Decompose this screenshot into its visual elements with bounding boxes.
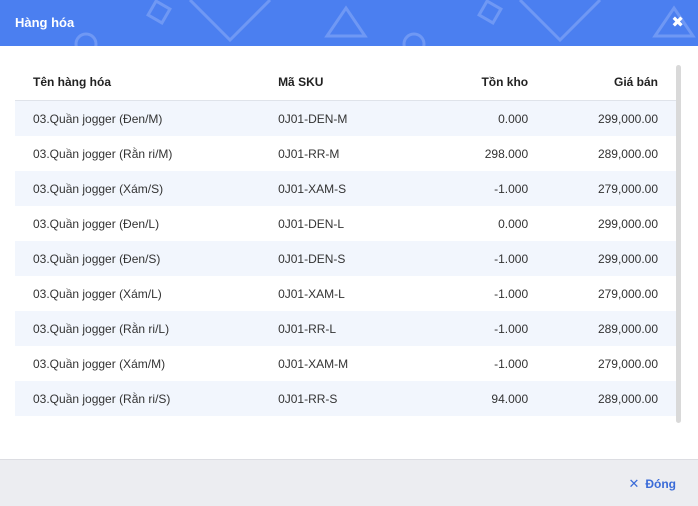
- products-table-container: Tên hàng hóa Mã SKU Tồn kho Giá bán 03.Q…: [15, 64, 676, 416]
- dialog-footer: ✕ Đóng: [0, 459, 698, 506]
- table-row[interactable]: 03.Quần jogger (Đen/M) 0J01-DEN-M 0.000 …: [15, 100, 676, 136]
- column-header-price[interactable]: Giá bán: [528, 64, 676, 101]
- cell-name: 03.Quần jogger (Rằn ri/M): [33, 146, 173, 161]
- cell-name: 03.Quần jogger (Đen/L): [33, 216, 160, 231]
- close-button-label: Đóng: [645, 477, 676, 491]
- cell-sku: 0J01-RR-M: [278, 146, 340, 161]
- cell-price: 289,000.00: [597, 146, 658, 161]
- table-row[interactable]: 03.Quần jogger (Xám/S) 0J01-XAM-S -1.000…: [15, 171, 676, 206]
- cell-sku: 0J01-DEN-S: [278, 251, 346, 266]
- cell-name: 03.Quần jogger (Xám/M): [33, 356, 166, 371]
- cell-name: 03.Quần jogger (Rằn ri/L): [33, 321, 170, 336]
- cell-price: 299,000.00: [597, 251, 658, 266]
- table-row[interactable]: 03.Quần jogger (Rằn ri/S) 0J01-RR-S 94.0…: [15, 381, 676, 416]
- cell-stock: 298.000: [484, 146, 529, 161]
- products-table: Tên hàng hóa Mã SKU Tồn kho Giá bán 03.Q…: [15, 64, 676, 416]
- cell-stock: -1.000: [494, 181, 529, 196]
- table-row[interactable]: 03.Quần jogger (Rằn ri/M) 0J01-RR-M 298.…: [15, 136, 676, 171]
- dialog-content: Tên hàng hóa Mã SKU Tồn kho Giá bán 03.Q…: [0, 46, 698, 459]
- cell-price: 279,000.00: [597, 356, 658, 371]
- cell-name: 03.Quần jogger (Đen/M): [33, 111, 163, 126]
- table-row[interactable]: 03.Quần jogger (Đen/L) 0J01-DEN-L 0.000 …: [15, 206, 676, 241]
- cell-stock: -1.000: [494, 321, 529, 336]
- cell-stock: 94.000: [491, 391, 529, 406]
- cell-name: 03.Quần jogger (Xám/L): [33, 286, 162, 301]
- cell-stock: -1.000: [494, 286, 529, 301]
- cell-name: 03.Quần jogger (Đen/S): [33, 251, 161, 266]
- cell-name: 03.Quần jogger (Xám/S): [33, 181, 164, 196]
- cell-sku: 0J01-DEN-M: [278, 111, 348, 126]
- table-header-row: Tên hàng hóa Mã SKU Tồn kho Giá bán: [15, 64, 676, 101]
- table-row[interactable]: 03.Quần jogger (Rằn ri/L) 0J01-RR-L -1.0…: [15, 311, 676, 346]
- cell-stock: -1.000: [494, 251, 529, 266]
- cell-sku: 0J01-XAM-S: [278, 181, 347, 196]
- column-header-name[interactable]: Tên hàng hóa: [15, 64, 279, 101]
- dialog-title: Hàng hóa: [15, 15, 75, 30]
- cell-sku: 0J01-XAM-M: [278, 356, 349, 371]
- cell-price: 289,000.00: [597, 391, 658, 406]
- cell-stock: -1.000: [494, 356, 529, 371]
- cell-sku: 0J01-DEN-L: [278, 216, 345, 231]
- column-header-sku[interactable]: Mã SKU: [278, 64, 423, 101]
- table-row[interactable]: 03.Quần jogger (Xám/M) 0J01-XAM-M -1.000…: [15, 346, 676, 381]
- close-icon: ✕: [628, 476, 640, 491]
- close-button[interactable]: ✕ Đóng: [628, 476, 676, 492]
- table-row[interactable]: 03.Quần jogger (Xám/L) 0J01-XAM-L -1.000…: [15, 276, 676, 311]
- cell-price: 299,000.00: [597, 216, 658, 231]
- table-row[interactable]: 03.Quần jogger (Đen/S) 0J01-DEN-S -1.000…: [15, 241, 676, 276]
- cell-stock: 0.000: [498, 111, 529, 126]
- vertical-scrollbar[interactable]: [676, 65, 681, 423]
- cell-stock: 0.000: [498, 216, 529, 231]
- header-decoration: [74, 0, 696, 46]
- close-icon[interactable]: ✖: [671, 15, 684, 30]
- cell-sku: 0J01-RR-S: [278, 391, 338, 406]
- cell-price: 279,000.00: [597, 286, 658, 301]
- products-dialog: Hàng hóa ✖ Tên hàng hóa Mã SKU Tồn kho G…: [0, 0, 698, 506]
- dialog-header: Hàng hóa ✖: [0, 0, 698, 46]
- cell-price: 279,000.00: [597, 181, 658, 196]
- cell-price: 299,000.00: [597, 111, 658, 126]
- cell-sku: 0J01-XAM-L: [278, 286, 345, 301]
- cell-sku: 0J01-RR-L: [278, 321, 337, 336]
- cell-price: 289,000.00: [597, 321, 658, 336]
- cell-name: 03.Quần jogger (Rằn ri/S): [33, 391, 171, 406]
- column-header-stock[interactable]: Tồn kho: [422, 64, 529, 101]
